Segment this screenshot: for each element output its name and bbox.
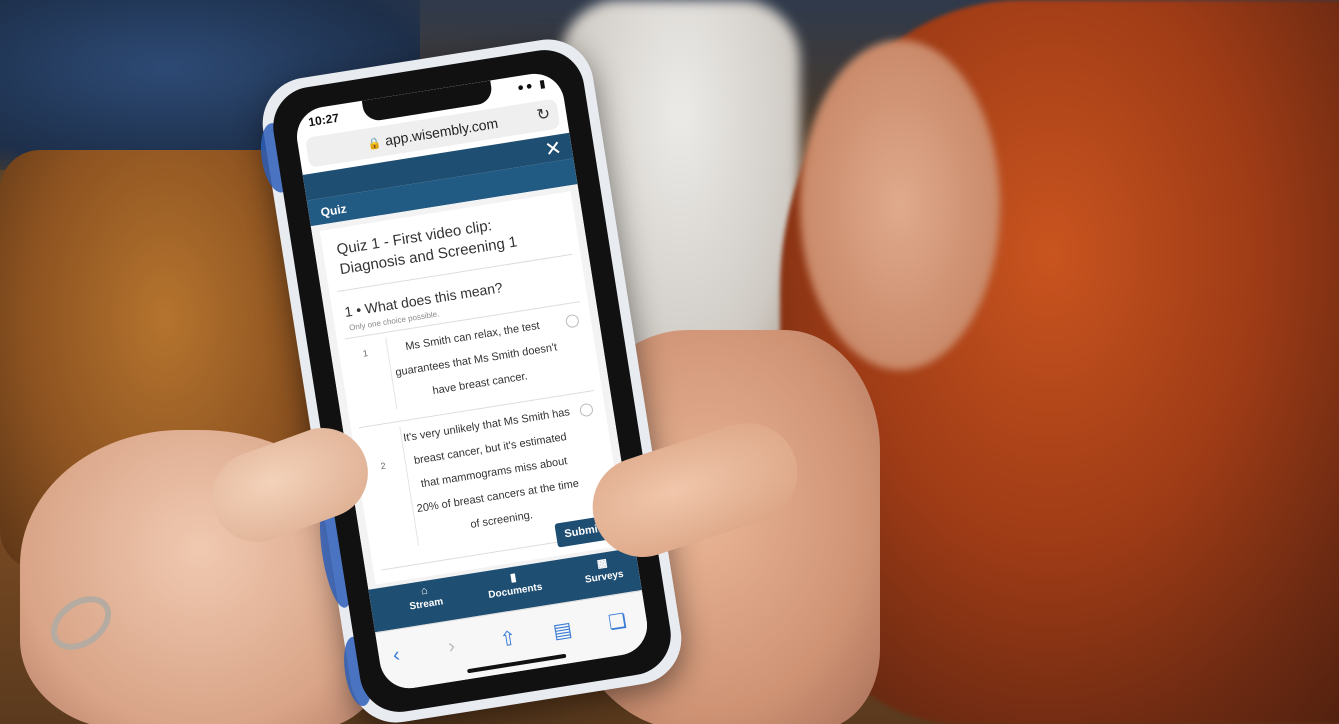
choice-number: 1	[362, 348, 369, 359]
share-icon[interactable]: ⇧	[498, 625, 518, 652]
quiz-title: Quiz 1 - First video clip: Diagnosis and…	[335, 217, 519, 279]
back-icon[interactable]: ‹	[391, 644, 401, 668]
tabs-icon[interactable]: ❏	[607, 608, 629, 635]
forward-icon[interactable]: ›	[447, 635, 457, 659]
clock: 10:27	[307, 110, 340, 130]
radio-icon[interactable]	[564, 313, 580, 329]
signal-battery-icon: ●● ▮	[516, 77, 549, 95]
home-indicator	[467, 653, 567, 674]
close-icon[interactable]: ✕	[543, 135, 563, 162]
choice-text: Ms Smith can relax, the test guarantees …	[385, 311, 567, 410]
face	[800, 40, 1000, 370]
radio-icon[interactable]	[579, 402, 594, 418]
quiz-section-label: Quiz	[319, 201, 348, 220]
quiz-card: Quiz 1 - First video clip: Diagnosis and…	[319, 191, 627, 585]
lock-icon: 🔒	[366, 137, 383, 152]
quiz-content: Quiz 1 - First video clip: Diagnosis and…	[310, 184, 636, 590]
bookmarks-icon[interactable]: ▤	[551, 617, 574, 645]
question-number: 1 •	[343, 301, 363, 320]
choice-number: 2	[379, 460, 387, 472]
photo-scene: 10:27 ●● ▮ 🔒app.wisembly.com ↻ ✕ Quiz Qu…	[0, 0, 1339, 724]
reload-icon[interactable]: ↻	[535, 104, 552, 126]
